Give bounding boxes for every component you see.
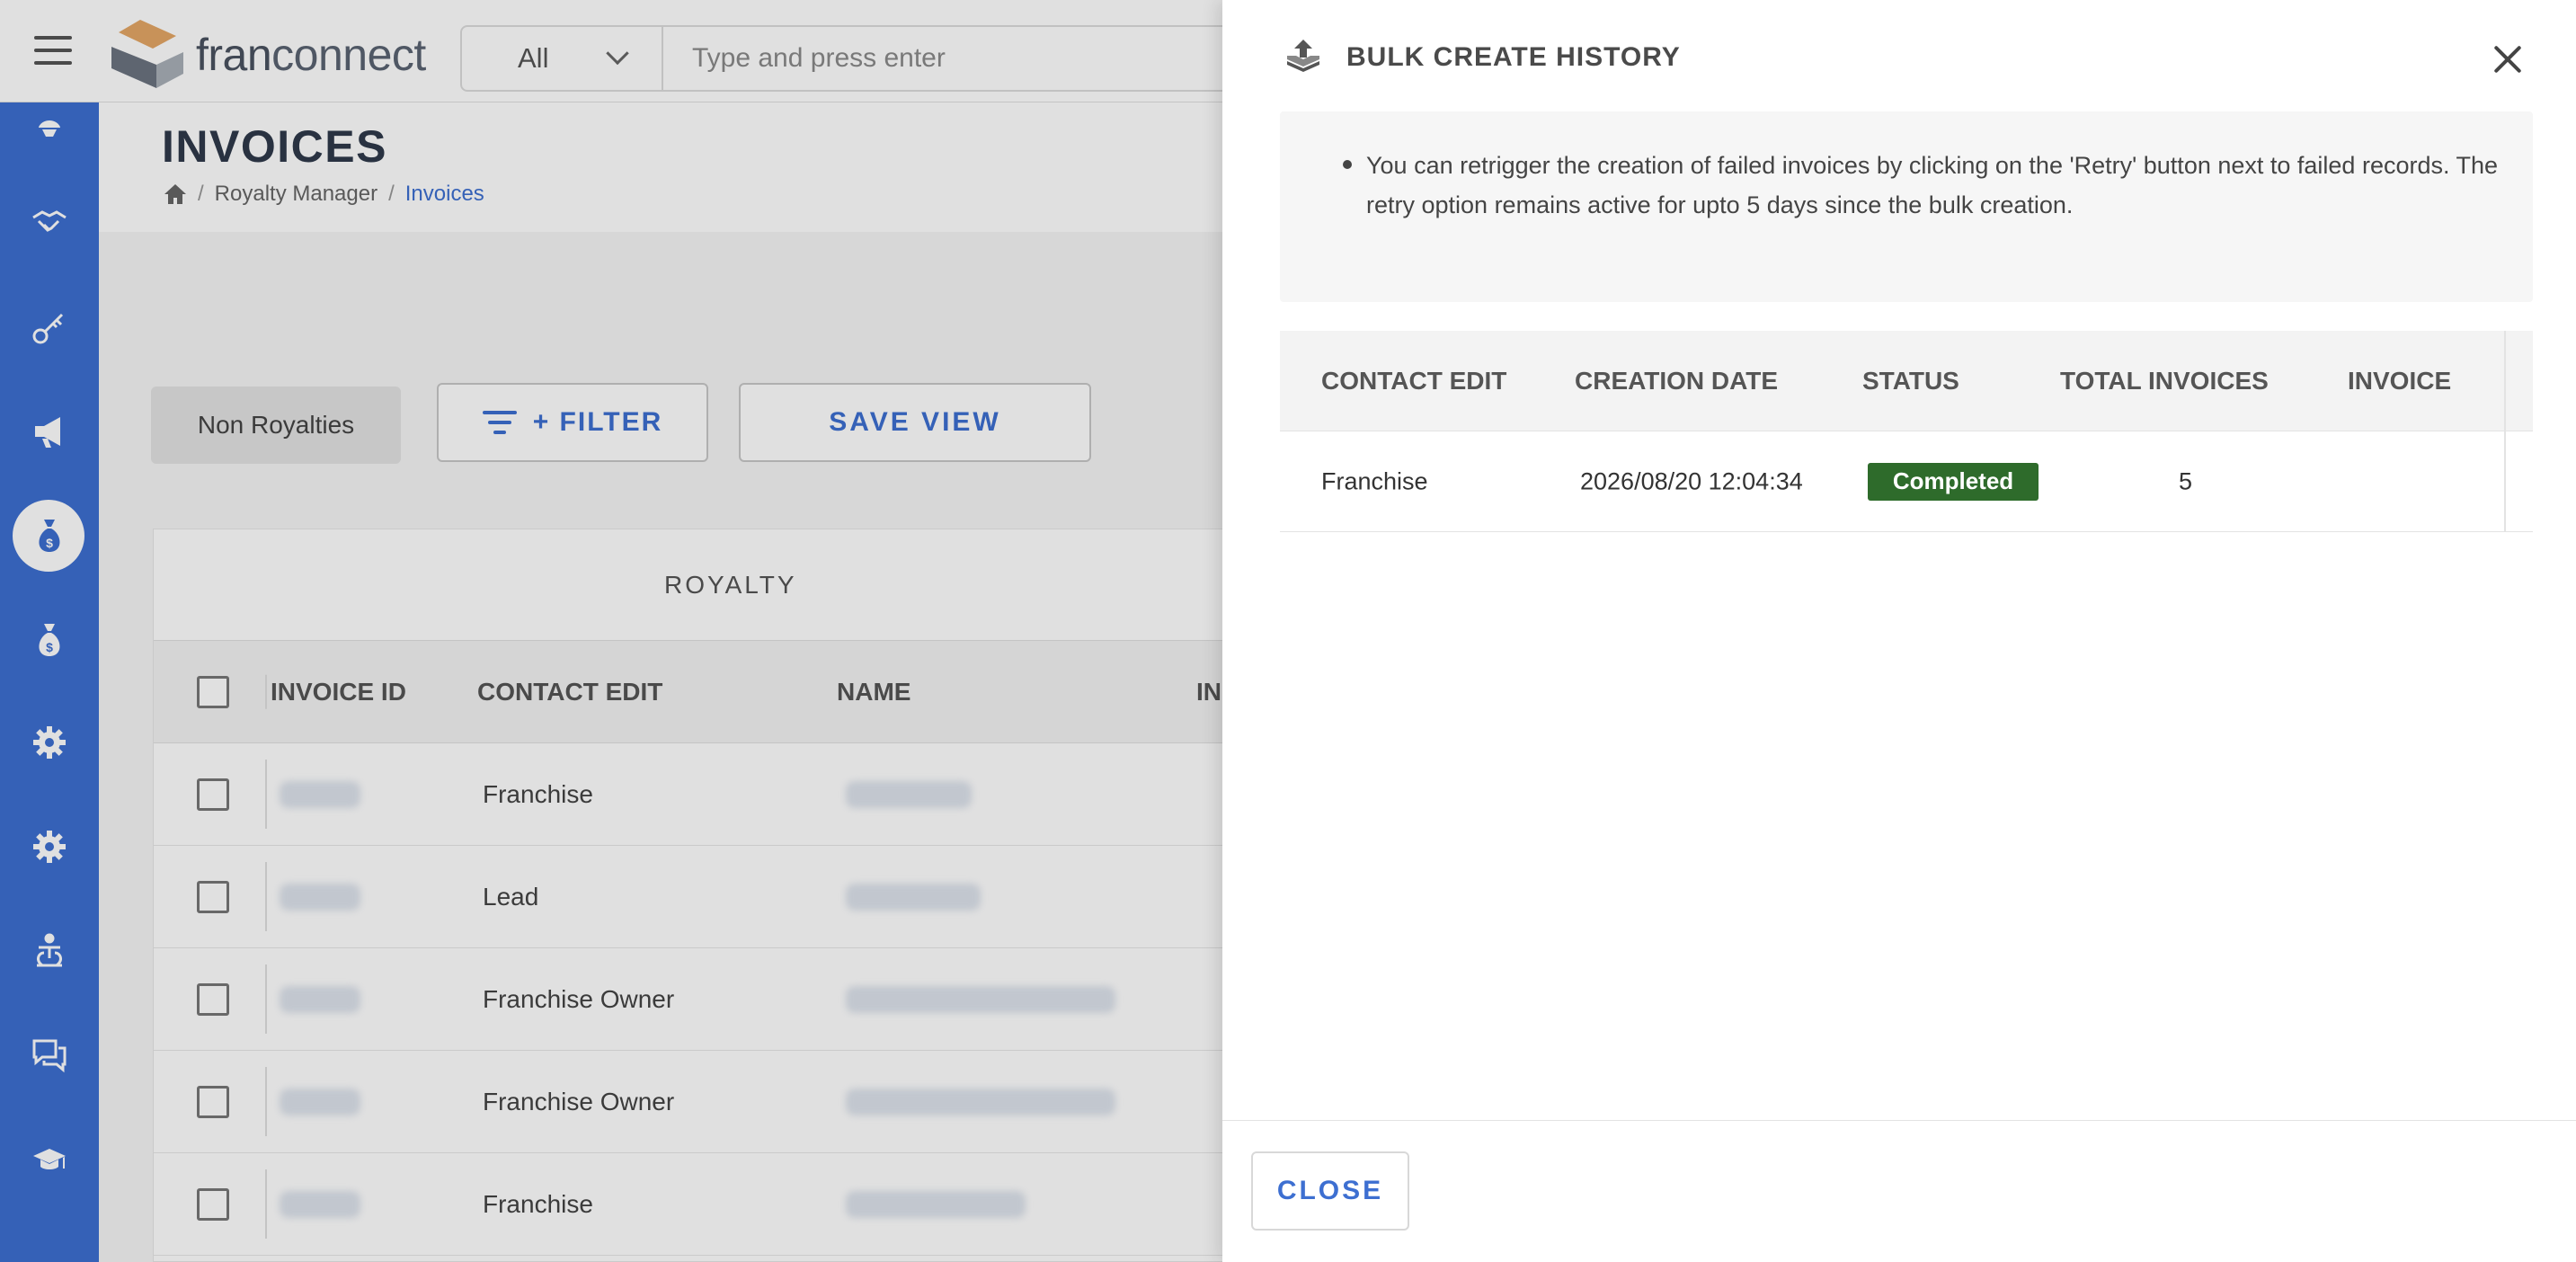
row-contact: Franchise xyxy=(1321,467,1428,494)
row-creation-date: 2026/08/20 12:04:34 xyxy=(1580,467,1803,494)
col-status[interactable]: STATUS xyxy=(1862,367,1959,395)
bulk-create-history-drawer: BULK CREATE HISTORY You can retrigger th… xyxy=(1222,0,2576,1262)
table-scroll-divider xyxy=(2504,331,2506,532)
modal-backdrop[interactable] xyxy=(0,0,1222,1262)
drawer-header: BULK CREATE HISTORY xyxy=(1284,38,1681,77)
close-icon[interactable] xyxy=(2488,40,2527,79)
history-table: CONTACT EDIT CREATION DATE STATUS TOTAL … xyxy=(1280,331,2533,532)
status-badge: Completed xyxy=(1868,462,2039,501)
col-contact-edit[interactable]: CONTACT EDIT xyxy=(1321,367,1506,395)
info-text: You can retrigger the creation of failed… xyxy=(1366,152,2499,218)
col-creation-date[interactable]: CREATION DATE xyxy=(1575,367,1778,395)
table-row: Franchise 2026/08/20 12:04:34 Completed … xyxy=(1280,431,2533,532)
history-header-row: CONTACT EDIT CREATION DATE STATUS TOTAL … xyxy=(1280,331,2533,431)
bullet xyxy=(1343,160,1352,169)
close-button[interactable]: CLOSE xyxy=(1251,1151,1409,1231)
drawer-footer: CLOSE xyxy=(1222,1120,2576,1262)
drawer-title: BULK CREATE HISTORY xyxy=(1346,42,1681,72)
col-total-invoices[interactable]: TOTAL INVOICES xyxy=(2060,367,2269,395)
col-invoice-truncated[interactable]: INVOICE xyxy=(2348,367,2451,395)
row-total-invoices: 5 xyxy=(2179,467,2193,494)
info-box: You can retrigger the creation of failed… xyxy=(1280,111,2533,302)
upload-stack-icon xyxy=(1287,40,1319,72)
